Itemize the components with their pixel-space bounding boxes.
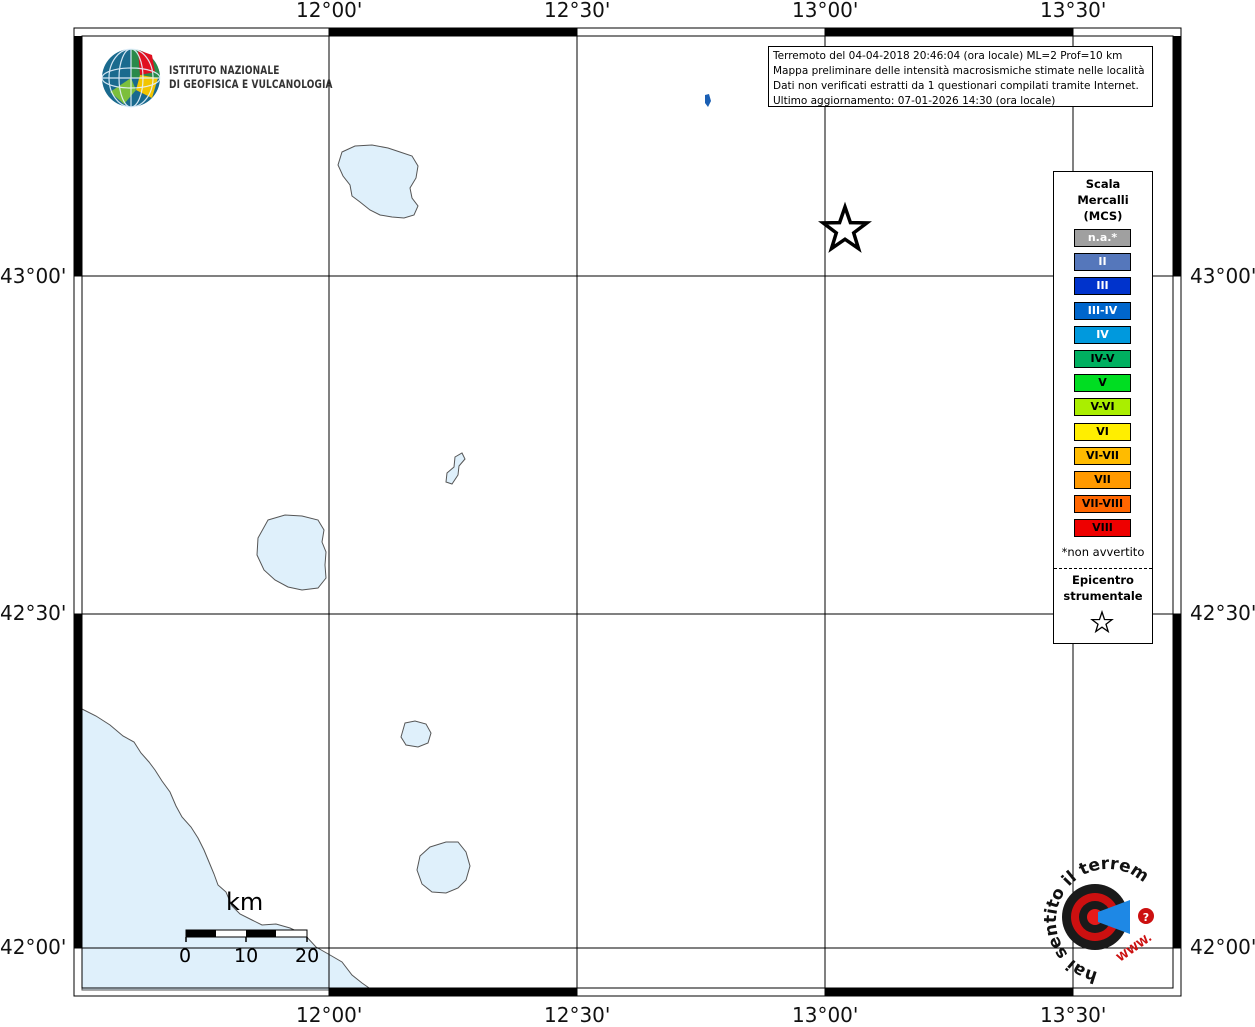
legend-title-line2: Mercalli: [1077, 193, 1129, 207]
legend-separator: [1054, 568, 1152, 569]
legend-swatch-11: VII-VIII: [1074, 495, 1131, 514]
top-label-13-30: 13°30': [1040, 0, 1107, 22]
left-label-42-30: 42°30': [0, 601, 67, 625]
event-info-box: Terremoto del 04-04-2018 20:46:04 (ora l…: [768, 46, 1153, 107]
legend-swatch-3: III-IV: [1074, 301, 1131, 320]
lake-trasimeno: [337, 144, 419, 219]
legend-swatch-0: n.a.*: [1074, 229, 1131, 247]
legend-swatch-1: II: [1074, 253, 1131, 272]
lake-vico: [400, 720, 432, 748]
ingv-logo-text: ISTITUTO NAZIONALE DI GEOFISICA E VULCAN…: [169, 63, 333, 91]
legend-swatch-4: IV: [1074, 325, 1131, 344]
legend-swatch-8: VI: [1074, 422, 1131, 441]
bottom-label-13-00: 13°00': [792, 1003, 859, 1027]
left-label-43-00: 43°00': [0, 264, 67, 288]
scale-tick-10: 10: [234, 945, 259, 967]
legend-swatch-2: III: [1074, 277, 1131, 296]
legend-epicenter-line2: strumentale: [1063, 589, 1143, 603]
ingv-logo-icon: [101, 48, 161, 108]
legend-swatch-5: IV-V: [1074, 350, 1131, 368]
scale-tick-0: 0: [179, 945, 192, 967]
graticule: [74, 28, 1181, 996]
legend-epicenter-line1: Epicentro: [1072, 573, 1134, 587]
felt-report-marker: [705, 94, 711, 107]
event-info-line3: Dati non verificati estratti da 1 questi…: [773, 80, 1139, 92]
scale-unit-label: km: [226, 888, 264, 916]
bottom-label-13-30: 13°30': [1040, 1003, 1107, 1027]
legend-title: Scala Mercalli (MCS): [1054, 176, 1152, 224]
event-info-line4: Ultimo aggiornamento: 07-01-2026 14:30 (…: [773, 95, 1056, 107]
top-label-12-30: 12°30': [544, 0, 611, 22]
legend-swatch-10: VII: [1074, 471, 1131, 489]
epicenter-star: [818, 201, 872, 253]
top-label-13-00: 13°00': [792, 0, 859, 22]
scale-tick-20: 20: [295, 945, 320, 967]
bottom-label-12-30: 12°30': [544, 1003, 611, 1027]
legend-star-icon: [1090, 610, 1114, 634]
ingv-line1: ISTITUTO NAZIONALE: [169, 63, 280, 77]
top-label-12-00: 12°00': [296, 0, 363, 22]
ingv-line2: DI GEOFISICA E VULCANOLOGIA: [169, 77, 333, 91]
legend-note: *non avvertito: [1061, 545, 1145, 559]
legend-swatch-9: VI-VII: [1074, 446, 1131, 465]
left-label-42-00: 42°00': [0, 935, 67, 959]
svg-text:?: ?: [1143, 911, 1149, 924]
legend-swatch-6: V: [1074, 374, 1131, 393]
legend-swatch-7: V-VI: [1074, 398, 1131, 417]
legend-title-line1: Scala: [1085, 177, 1121, 191]
bottom-label-12-00: 12°00': [296, 1003, 363, 1027]
lake-bracciano: [416, 841, 471, 894]
right-label-43-00: 43°00': [1190, 264, 1255, 288]
map-frame: [73, 27, 1182, 997]
legend-epicenter-label: Epicentro strumentale: [1054, 572, 1152, 604]
right-label-42-00: 42°00': [1190, 935, 1255, 959]
lake-bolsena: [256, 514, 327, 591]
right-label-42-30: 42°30': [1190, 601, 1255, 625]
lake-piediluco: [445, 452, 466, 485]
event-info-line2: Mappa preliminare delle intensità macros…: [773, 65, 1145, 77]
event-info-line1: Terremoto del 04-04-2018 20:46:04 (ora l…: [773, 50, 1123, 62]
mcs-legend: Scala Mercalli (MCS) n.a.* II III III-IV IV I…: [1053, 171, 1153, 644]
legend-swatch-12: VIII: [1074, 519, 1131, 538]
legend-title-line3: (MCS): [1083, 209, 1123, 223]
